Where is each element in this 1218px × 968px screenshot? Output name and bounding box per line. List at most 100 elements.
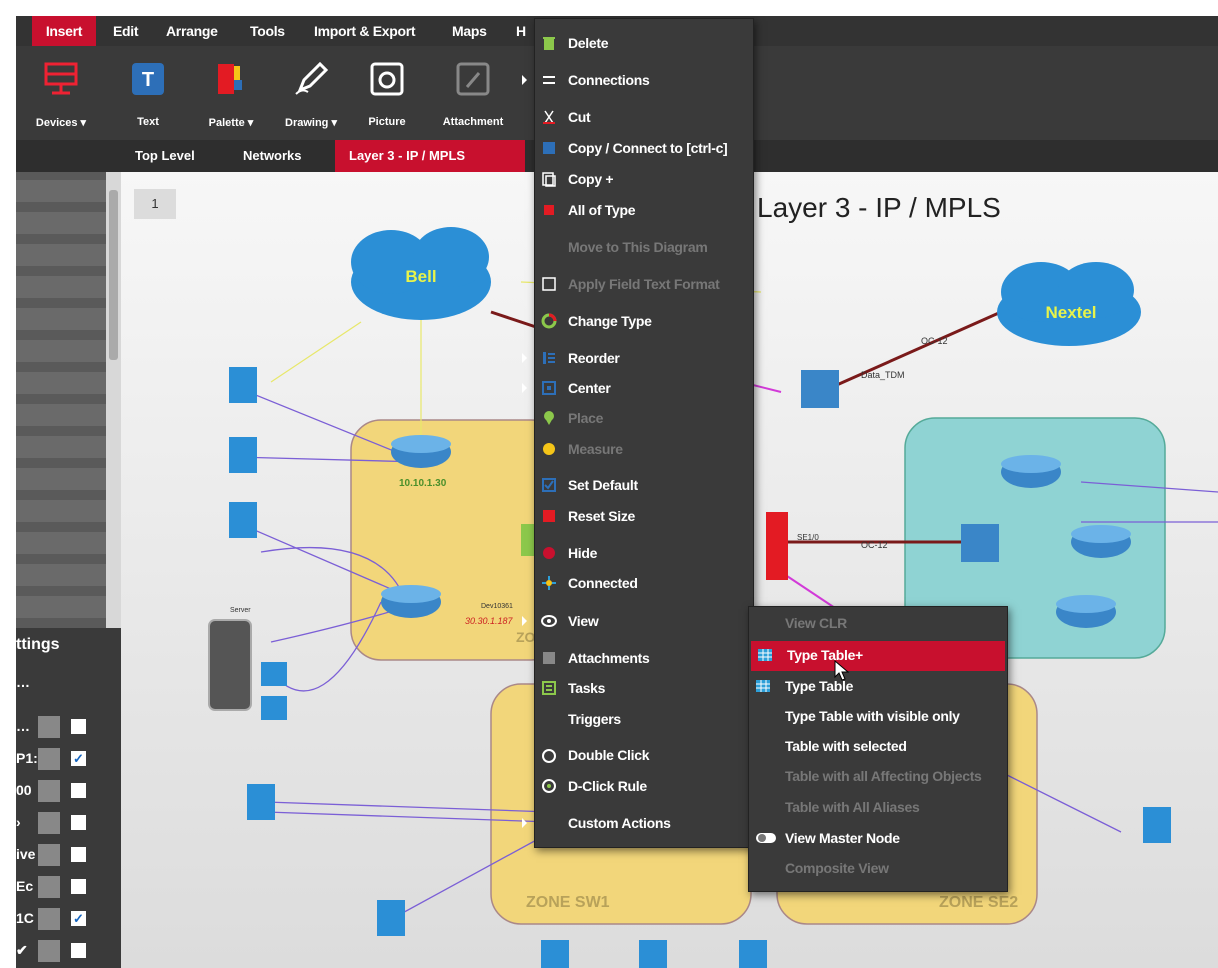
menu-maps[interactable]: Maps (452, 16, 487, 46)
settings-checkbox[interactable] (71, 815, 86, 830)
settings-checkbox[interactable] (71, 879, 86, 894)
side-panel-row[interactable] (16, 564, 108, 586)
zone-label: ZONE SW1 (526, 894, 610, 911)
bell-cloud[interactable]: Bell (351, 227, 491, 320)
settings-checkbox[interactable] (71, 719, 86, 734)
side-panel-row[interactable] (16, 340, 108, 362)
side-panel-row[interactable] (16, 500, 108, 522)
building-icon[interactable] (739, 940, 767, 968)
building-icon[interactable] (1143, 807, 1171, 843)
menu-item-label: Custom Actions (568, 815, 671, 831)
building-icon[interactable] (229, 502, 257, 538)
menu-import-export[interactable]: Import & Export (314, 16, 416, 46)
settings-checkbox-checked[interactable]: ✓ (71, 751, 86, 766)
side-panel-row[interactable] (16, 276, 108, 298)
zone-label: ZONE SE2 (939, 894, 1018, 911)
link-label: Data_TDM (861, 370, 905, 380)
breadcrumb-networks[interactable]: Networks (229, 140, 339, 172)
breadcrumb-top-level[interactable]: Top Level (121, 140, 231, 172)
submenu-item-type-table-plus[interactable]: Type Table+ (751, 641, 1005, 671)
submenu-item-type-table-visible[interactable]: Type Table with visible only (749, 702, 1007, 732)
switch-icon[interactable] (801, 370, 839, 408)
scrollbar-thumb[interactable] (109, 190, 118, 360)
settings-row-label: › (16, 814, 21, 830)
settings-checkbox[interactable] (71, 783, 86, 798)
side-panel-row[interactable] (16, 436, 108, 458)
text-label: Text (137, 116, 159, 128)
router-icon[interactable] (381, 585, 441, 618)
router-icon[interactable] (1071, 525, 1131, 558)
settings-checkbox[interactable] (71, 943, 86, 958)
menu-item-label: Copy + (568, 171, 614, 187)
router-icon[interactable] (1056, 595, 1116, 628)
submenu-item-table-selected[interactable]: Table with selected (749, 732, 1007, 762)
submenu-item-label: View CLR (785, 615, 847, 631)
menu-tools[interactable]: Tools (250, 16, 285, 46)
palette-button[interactable]: Palette ▾ (196, 46, 266, 140)
nextel-cloud[interactable]: Nextel (997, 262, 1141, 346)
monitor-icon[interactable] (261, 662, 287, 686)
router-icon[interactable] (391, 435, 451, 468)
table-icon (756, 680, 770, 692)
building-icon[interactable] (247, 784, 275, 820)
side-panel-row[interactable] (16, 404, 108, 426)
page-number[interactable]: 1 (134, 189, 176, 219)
side-panel-row[interactable] (16, 244, 108, 266)
side-panel-row[interactable] (16, 308, 108, 330)
menu-item-label: Measure (568, 441, 623, 457)
drawing-button[interactable]: Drawing ▾ (274, 46, 348, 140)
menu-insert[interactable]: Insert (32, 16, 96, 46)
color-swatch[interactable] (38, 908, 60, 930)
color-swatch[interactable] (38, 876, 60, 898)
side-panel-scrollbar[interactable] (106, 172, 121, 632)
side-panel-row[interactable] (16, 372, 108, 394)
color-swatch[interactable] (38, 812, 60, 834)
text-button[interactable]: T Text (120, 46, 176, 140)
menu-item-label: Delete (568, 35, 609, 51)
breadcrumb-layer3[interactable]: Layer 3 - IP / MPLS (335, 140, 525, 172)
settings-row-label: ✔ (16, 942, 28, 958)
monitor-icon[interactable] (261, 696, 287, 720)
picture-button[interactable]: Picture (356, 46, 418, 140)
all-of-type-icon (544, 205, 554, 215)
switch-icon[interactable] (961, 524, 999, 562)
settings-checkbox[interactable] (71, 847, 86, 862)
building-icon[interactable] (541, 940, 569, 968)
building-icon[interactable] (639, 940, 667, 968)
side-panel-row[interactable] (16, 532, 108, 554)
copy-connect-icon (543, 142, 555, 154)
building-icon[interactable] (229, 437, 257, 473)
submenu-item-type-table[interactable]: Type Table (749, 672, 1007, 702)
format-icon (542, 277, 556, 291)
building-icon[interactable] (229, 367, 257, 403)
link-data-tdm[interactable] (820, 310, 1002, 394)
device-label: Dev10361 (481, 603, 513, 610)
server-icon[interactable] (208, 619, 252, 711)
building-icon[interactable] (377, 900, 405, 936)
settings-checkbox-checked[interactable]: ✓ (71, 911, 86, 926)
side-panel-row[interactable] (16, 596, 108, 618)
devices-icon (44, 62, 78, 95)
color-swatch[interactable] (38, 748, 60, 770)
devices-button[interactable]: Devices ▾ (24, 46, 98, 140)
color-swatch[interactable] (38, 940, 60, 962)
color-swatch[interactable] (38, 716, 60, 738)
settings-row-label: 00 (16, 782, 32, 798)
menu-arrange[interactable]: Arrange (166, 16, 218, 46)
menu-item-label: Move to This Diagram (568, 239, 708, 255)
color-swatch[interactable] (38, 780, 60, 802)
reorder-icon (543, 352, 555, 364)
device-port[interactable] (766, 512, 788, 580)
side-panel-row[interactable] (16, 180, 108, 202)
menu-help[interactable]: H (516, 16, 526, 46)
router-icon[interactable] (1001, 455, 1061, 488)
submenu-item-table-affecting: Table with all Affecting Objects (749, 762, 1007, 792)
camera-icon (370, 62, 404, 96)
submenu-item-view-master-node[interactable]: View Master Node (749, 824, 1007, 854)
color-swatch[interactable] (38, 844, 60, 866)
side-panel-row[interactable] (16, 212, 108, 234)
side-panel-row[interactable] (16, 468, 108, 490)
attachment-button[interactable]: Attachment (430, 46, 516, 140)
menu-edit[interactable]: Edit (113, 16, 139, 46)
submenu-item-label: Table with all Affecting Objects (785, 768, 982, 784)
